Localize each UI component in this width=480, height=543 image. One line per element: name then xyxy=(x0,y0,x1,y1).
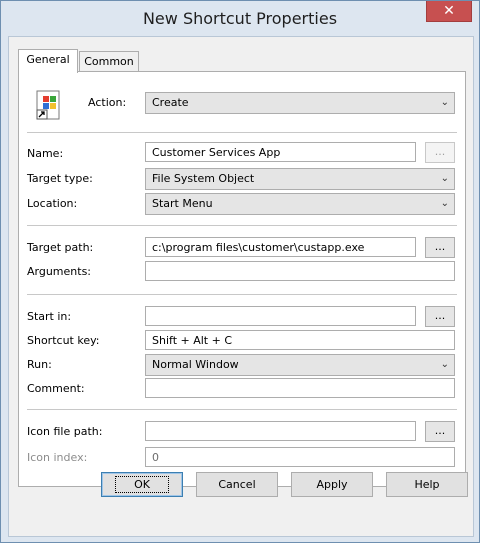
comment-field[interactable] xyxy=(145,378,455,398)
target-type-value: File System Object xyxy=(152,172,255,185)
shortcut-icon xyxy=(36,90,60,120)
close-button[interactable]: ✕ xyxy=(426,1,472,22)
location-label: Location: xyxy=(27,197,78,210)
action-dropdown[interactable]: Create ⌄ xyxy=(145,92,455,114)
arguments-label: Arguments: xyxy=(27,265,92,278)
icon-file-path-label: Icon file path: xyxy=(27,425,103,438)
icon-index-label: Icon index: xyxy=(27,451,88,464)
apply-button[interactable]: Apply xyxy=(291,472,373,497)
icon-file-path-browse-button[interactable]: ... xyxy=(425,421,455,442)
chevron-down-icon: ⌄ xyxy=(440,173,449,184)
chevron-down-icon: ⌄ xyxy=(440,359,449,370)
run-label: Run: xyxy=(27,358,52,371)
run-value: Normal Window xyxy=(152,358,239,371)
separator xyxy=(27,409,457,410)
name-field[interactable]: Customer Services App xyxy=(145,142,416,162)
window-title: New Shortcut Properties xyxy=(142,9,338,28)
title-bar: New Shortcut Properties ✕ xyxy=(1,1,479,36)
chevron-down-icon: ⌄ xyxy=(440,97,449,108)
run-dropdown[interactable]: Normal Window ⌄ xyxy=(145,354,455,376)
icon-file-path-field[interactable] xyxy=(145,421,416,441)
icon-index-field: 0 xyxy=(145,447,455,467)
location-value: Start Menu xyxy=(152,197,213,210)
general-tab-panel: Action: Create ⌄ Name: Customer Services… xyxy=(18,71,466,487)
new-shortcut-properties-dialog: New Shortcut Properties ✕ General Common… xyxy=(0,0,480,543)
target-path-label: Target path: xyxy=(27,241,94,254)
cancel-button[interactable]: Cancel xyxy=(196,472,278,497)
dialog-client-area: General Common Action: Create ⌄ Name: Cu… xyxy=(8,36,474,537)
target-type-dropdown[interactable]: File System Object ⌄ xyxy=(145,168,455,190)
start-in-browse-button[interactable]: ... xyxy=(425,306,455,327)
tab-general[interactable]: General xyxy=(18,49,78,73)
separator xyxy=(27,294,457,295)
start-in-label: Start in: xyxy=(27,310,72,323)
location-dropdown[interactable]: Start Menu ⌄ xyxy=(145,193,455,215)
help-button[interactable]: Help xyxy=(386,472,468,497)
ok-button-label: OK xyxy=(115,476,169,493)
ok-button[interactable]: OK xyxy=(101,472,183,497)
tab-common[interactable]: Common xyxy=(79,51,139,72)
shortcut-key-label: Shortcut key: xyxy=(27,334,100,347)
comment-label: Comment: xyxy=(27,382,85,395)
target-path-browse-button[interactable]: ... xyxy=(425,237,455,258)
chevron-down-icon: ⌄ xyxy=(440,198,449,209)
target-type-label: Target type: xyxy=(27,172,93,185)
action-value: Create xyxy=(152,96,189,109)
separator xyxy=(27,225,457,226)
action-label: Action: xyxy=(88,96,127,109)
name-browse-button[interactable]: ... xyxy=(425,142,455,163)
name-label: Name: xyxy=(27,147,64,160)
start-in-field[interactable] xyxy=(145,306,416,326)
arguments-field[interactable] xyxy=(145,261,455,281)
separator xyxy=(27,132,457,133)
target-path-field[interactable]: c:\program files\customer\custapp.exe xyxy=(145,237,416,257)
shortcut-key-field[interactable]: Shift + Alt + C xyxy=(145,330,455,350)
